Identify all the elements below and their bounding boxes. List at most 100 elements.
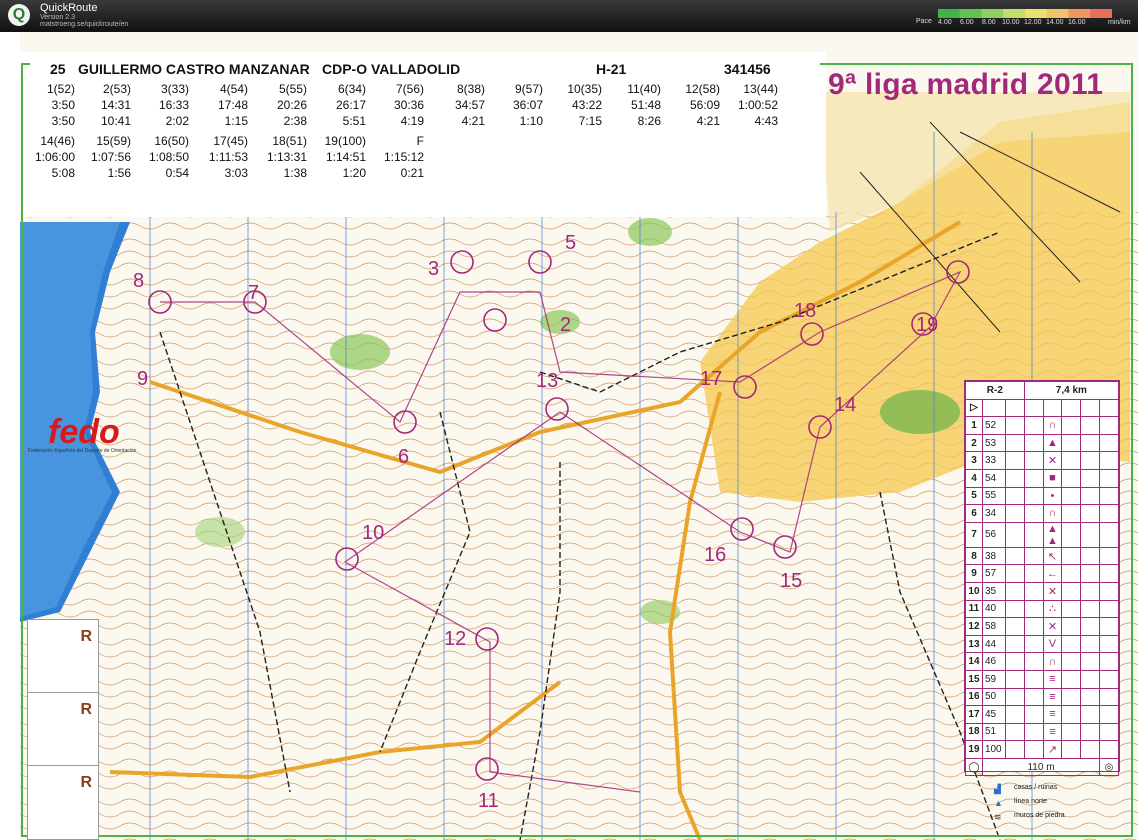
column-h <box>1099 486 1119 506</box>
control-number: 17 <box>700 368 723 390</box>
pace-color-segment <box>1025 9 1048 18</box>
feature-symbol-icon: ≡ <box>1042 669 1063 689</box>
column-c <box>1004 521 1025 548</box>
column-h <box>1099 564 1119 583</box>
column-f <box>1061 669 1082 689</box>
control-sequence: 19 <box>965 740 983 759</box>
column-f <box>1061 634 1082 654</box>
column-h <box>1099 634 1119 654</box>
control-number: 16 <box>704 544 727 566</box>
event-title: 9ª liga madrid 2011 <box>828 68 1104 101</box>
split-label: 11(40) <box>627 82 661 96</box>
column-h <box>1099 521 1119 548</box>
feature-symbol-icon: ↖ <box>1042 546 1063 566</box>
pace-tick: 12.00 <box>1024 19 1042 26</box>
column-g <box>1080 504 1101 523</box>
control-code: 54 <box>981 468 1006 488</box>
split-times-table: 25 GUILLERMO CASTRO MANZANAR CDP-O VALLA… <box>30 62 820 212</box>
split-total: 30:36 <box>393 98 424 112</box>
stone-wall-icon: ≋ <box>994 812 1002 822</box>
pace-color-segment <box>959 9 982 18</box>
split-label: 3(33) <box>160 82 189 96</box>
column-g <box>1080 521 1101 548</box>
column-f <box>1061 740 1082 759</box>
split-label: 19(100) <box>324 134 366 148</box>
course-name: R-2 <box>965 381 1025 400</box>
column-d <box>1023 722 1044 742</box>
column-d <box>1023 581 1044 601</box>
control-number: 8 <box>133 270 145 292</box>
split-split: 5:51 <box>342 114 366 128</box>
description-row: 9 57 ← <box>965 564 1119 583</box>
split-label: F <box>416 134 424 148</box>
control-sequence: 10 <box>965 581 983 601</box>
legend-item: muros de piedra <box>1014 812 1065 819</box>
split-total: 34:57 <box>454 98 485 112</box>
control-code: 38 <box>981 546 1006 566</box>
control-description-sheet: R-2 7,4 km ▷ 1 52 ∩ 2 53 ▲ 3 33 ✕ 4 54 ■ 5 55 • 6 34 ∩ 7 56… <box>964 380 1120 777</box>
column-d <box>1023 652 1044 671</box>
pace-tick: 16.00 <box>1068 19 1086 26</box>
control-code: 55 <box>981 486 1006 506</box>
column-c <box>1004 546 1025 566</box>
column-d <box>1023 433 1044 453</box>
column-c <box>1004 468 1025 488</box>
feature-symbol-icon: • <box>1042 486 1063 506</box>
control-number: 14 <box>834 394 857 416</box>
pace-color-segment <box>938 9 961 18</box>
control-number: 10 <box>362 522 385 544</box>
split-label: 8(38) <box>456 82 485 96</box>
finish-circle-icon: ◯ <box>965 757 983 777</box>
runner-id: 341456 <box>724 61 771 77</box>
column-f <box>1061 722 1082 742</box>
split-label: 15(59) <box>96 134 131 148</box>
control-sequence: 17 <box>965 705 983 724</box>
split-split: 2:38 <box>283 114 307 128</box>
pace-color-bar <box>938 9 1112 18</box>
split-label: 14(46) <box>40 134 75 148</box>
column-f <box>1061 486 1082 506</box>
column-f <box>1061 564 1082 583</box>
split-label: 1(52) <box>46 82 75 96</box>
description-row: 15 59 ≡ <box>965 669 1119 689</box>
split-split: 2:02 <box>165 114 189 128</box>
control-sequence: 12 <box>965 617 983 636</box>
r-cell: R <box>28 766 98 838</box>
column-d <box>1023 546 1044 566</box>
split-split: 3:50 <box>51 114 75 128</box>
column-h <box>1099 433 1119 453</box>
description-row: 5 55 • <box>965 486 1119 506</box>
column-g <box>1080 416 1101 435</box>
column-d <box>1023 617 1044 636</box>
control-number: 9 <box>137 368 149 390</box>
column-c <box>1004 433 1025 453</box>
column-g <box>1080 740 1101 759</box>
control-sequence: 11 <box>965 599 983 619</box>
map-legend: ▟ casas / ruinas ▲ línea norte ≋ muros d… <box>990 782 1110 832</box>
column-g <box>1080 433 1101 453</box>
feature-symbol-icon: V <box>1042 634 1063 654</box>
control-code: 57 <box>981 564 1006 583</box>
split-total: 1:14:51 <box>325 150 366 164</box>
control-number: 5 <box>565 232 577 254</box>
app-name: QuickRoute <box>40 2 98 14</box>
column-c <box>1004 740 1025 759</box>
column-c <box>1004 599 1025 619</box>
column-g <box>1080 687 1101 707</box>
column-h <box>1099 546 1119 566</box>
control-code: 50 <box>981 687 1006 707</box>
split-total: 1:15:12 <box>383 150 424 164</box>
split-split: 1:10 <box>519 114 543 128</box>
control-number: 15 <box>780 570 803 592</box>
column-h <box>1099 451 1119 470</box>
column-c <box>1004 652 1025 671</box>
description-rows: 1 52 ∩ 2 53 ▲ 3 33 ✕ 4 54 ■ 5 55 • 6 34 ∩ 7 56 ▲ ▲ 8 38 ↖ 9 57 ← 10… <box>965 416 1119 759</box>
house-icon: ▟ <box>994 784 1001 794</box>
column-c <box>1004 669 1025 689</box>
split-split: 0:21 <box>400 166 424 180</box>
control-sequence: 4 <box>965 468 983 488</box>
description-table: R-2 7,4 km ▷ 1 52 ∩ 2 53 ▲ 3 33 ✕ 4 54 ■ 5 55 • 6 34 ∩ 7 56… <box>965 381 1120 777</box>
control-code: 100 <box>981 740 1006 759</box>
pace-color-segment <box>1003 9 1026 18</box>
description-row: 18 51 ≡ <box>965 722 1119 742</box>
